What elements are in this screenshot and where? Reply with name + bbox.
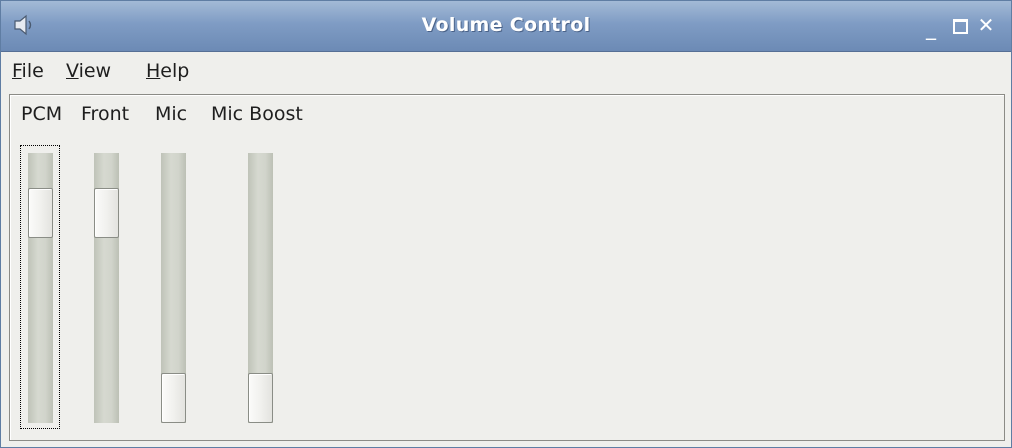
pcm-slider-thumb[interactable] <box>28 188 53 238</box>
front-slider-thumb[interactable] <box>94 188 119 238</box>
channel-label-mic-boost: Mic Boost <box>211 103 303 125</box>
front-volume-slider[interactable] <box>94 153 119 423</box>
channel-label-pcm: PCM <box>21 103 63 125</box>
close-icon[interactable]: ✕ <box>974 13 998 37</box>
mixer-panel <box>9 94 1005 441</box>
volume-control-window: Volume Control _ ✕ File View Help PCM Fr… <box>0 0 1012 448</box>
channel-label-front: Front <box>81 103 130 125</box>
menu-help[interactable]: Help <box>146 60 189 82</box>
menu-file-mnemonic: F <box>12 60 22 82</box>
title-bar[interactable]: Volume Control _ ✕ <box>1 1 1011 52</box>
menu-file-rest: ile <box>21 60 44 82</box>
channel-label-mic: Mic <box>155 103 188 125</box>
menu-bar: File View Help <box>1 52 1011 89</box>
pcm-volume-slider[interactable] <box>28 153 53 423</box>
menu-view-mnemonic: V <box>66 60 79 82</box>
maximize-icon[interactable] <box>948 13 972 37</box>
mic-boost-slider-thumb[interactable] <box>248 373 273 423</box>
minimize-icon[interactable]: _ <box>919 13 943 40</box>
menu-help-mnemonic: H <box>146 60 161 82</box>
mic-slider-thumb[interactable] <box>161 373 186 423</box>
window-title: Volume Control <box>421 14 591 36</box>
menu-help-rest: elp <box>160 60 190 82</box>
mic-boost-slider[interactable] <box>248 153 273 423</box>
menu-view-rest: iew <box>78 60 112 82</box>
mic-volume-slider[interactable] <box>161 153 186 423</box>
menu-file[interactable]: File <box>12 60 44 82</box>
menu-view[interactable]: View <box>66 60 111 82</box>
